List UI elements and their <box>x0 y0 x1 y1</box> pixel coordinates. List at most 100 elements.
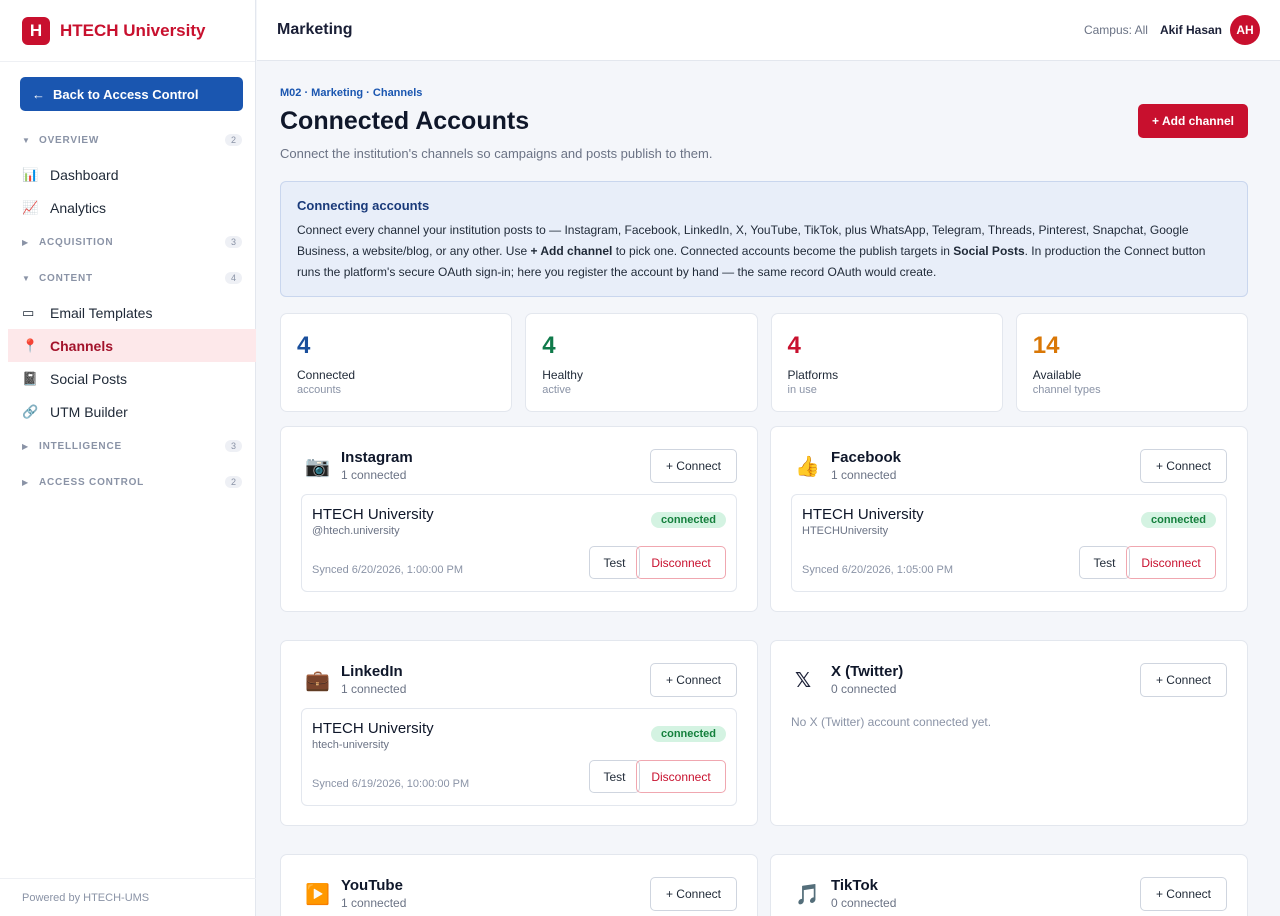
arrow-left-icon: ← <box>32 86 45 102</box>
test-button[interactable]: Test <box>589 760 640 793</box>
user-name[interactable]: Akif Hasan <box>1160 23 1222 37</box>
channel-name: LinkedIn <box>341 663 403 680</box>
stat-value: 4 <box>297 332 311 359</box>
sidebar-item-utm-builder[interactable]: 🔗 UTM Builder <box>0 395 256 428</box>
card-header: 📷 Instagram 1 connected + Connect <box>281 427 757 487</box>
section-title: OVERVIEW <box>39 134 100 146</box>
section-content[interactable]: ▼ CONTENT 4 <box>0 260 256 296</box>
x-logo-icon: 𝕏 <box>795 670 812 692</box>
stats-row: 4 Connected accounts 4 Healthy active 4 … <box>280 313 1248 412</box>
connect-button[interactable]: + Connect <box>1140 663 1227 697</box>
connect-button[interactable]: + Connect <box>650 663 737 697</box>
brand-name: HTECH University <box>60 20 206 40</box>
card-meta: X (Twitter) 0 connected <box>831 663 1140 696</box>
thumbs-up-icon: 👍 <box>795 456 820 478</box>
channel-card-facebook: 👍 Facebook 1 connected + Connect HTECH U… <box>770 426 1248 612</box>
sidebar-item-label: Channels <box>50 337 114 354</box>
sync-timestamp: Synced 6/20/2026, 1:05:00 PM <box>802 564 954 576</box>
disconnect-button[interactable]: Disconnect <box>636 760 726 793</box>
sidebar-item-label: Analytics <box>50 199 107 216</box>
section-count-badge: 3 <box>224 440 242 452</box>
page-section-title: Marketing <box>277 21 353 38</box>
connect-button[interactable]: + Connect <box>1140 877 1227 911</box>
section-title: ACCESS CONTROL <box>39 476 145 488</box>
brand[interactable]: H HTECH University <box>0 0 255 62</box>
add-channel-button[interactable]: + Add channel <box>1138 104 1248 138</box>
card-header: 💼 LinkedIn 1 connected + Connect <box>281 641 757 701</box>
section-count-badge: 3 <box>224 236 242 248</box>
main-content: M02 · Marketing · Channels Connected Acc… <box>280 61 1248 916</box>
sidebar-item-channels[interactable]: 📍 Channels <box>8 329 256 362</box>
channel-card-x: 𝕏 X (Twitter) 0 connected + Connect No X… <box>770 640 1248 826</box>
section-title: CONTENT <box>39 272 93 284</box>
test-button[interactable]: Test <box>1079 546 1130 579</box>
channel-count: 1 connected <box>341 468 407 482</box>
stat-value: 4 <box>542 332 556 359</box>
link-icon: 🔗 <box>22 403 39 419</box>
channel-count: 1 connected <box>831 468 897 482</box>
channel-name: YouTube <box>341 877 403 894</box>
status-badge: connected <box>650 512 726 528</box>
test-button[interactable]: Test <box>589 546 640 579</box>
stat-card-available: 14 Available channel types <box>1015 313 1248 412</box>
info-title: Connecting accounts <box>297 198 430 213</box>
sidebar-item-label: Dashboard <box>50 166 119 183</box>
stat-card-connected: 4 Connected accounts <box>280 313 513 412</box>
sidebar-item-analytics[interactable]: 📈 Analytics <box>0 191 256 224</box>
info-text: Connect every channel your institution p… <box>297 220 1231 283</box>
card-meta: YouTube 1 connected <box>341 877 650 910</box>
sidebar-footer: Powered by HTECH-UMS <box>0 878 256 916</box>
section-count-badge: 2 <box>224 476 242 488</box>
connect-button[interactable]: + Connect <box>650 877 737 911</box>
camera-icon: 📷 <box>305 456 330 478</box>
empty-state-text: No X (Twitter) account connected yet. <box>791 715 992 729</box>
section-title: INTELLIGENCE <box>39 440 122 452</box>
caret-right-icon: ▶ <box>22 477 29 487</box>
caret-right-icon: ▶ <box>22 237 29 247</box>
stat-card-healthy: 4 Healthy active <box>525 313 758 412</box>
account-row: HTECH University HTECHUniversity connect… <box>791 494 1227 592</box>
section-count-badge: 2 <box>224 134 242 146</box>
music-note-icon: 🎵 <box>795 884 820 906</box>
stat-sublabel: channel types <box>1032 384 1101 396</box>
account-row: HTECH University @htech.university conne… <box>301 494 737 592</box>
stat-label: Platforms <box>787 368 839 382</box>
envelope-icon: ▭ <box>22 304 35 320</box>
caret-down-icon: ▼ <box>22 273 30 283</box>
channel-count: 0 connected <box>831 896 897 910</box>
status-badge: connected <box>650 726 726 742</box>
section-access-control[interactable]: ▶ ACCESS CONTROL 2 <box>0 464 256 500</box>
channel-count: 1 connected <box>341 896 407 910</box>
card-header: 👍 Facebook 1 connected + Connect <box>771 427 1247 487</box>
trend-chart-icon: 📈 <box>22 199 39 215</box>
card-header: ▶️ YouTube 1 connected + Connect <box>281 855 757 915</box>
section-acquisition[interactable]: ▶ ACQUISITION 3 <box>0 224 256 260</box>
avatar[interactable]: AH <box>1230 15 1260 45</box>
connect-button[interactable]: + Connect <box>650 449 737 483</box>
section-overview[interactable]: ▼ OVERVIEW 2 <box>0 122 256 158</box>
section-intelligence[interactable]: ▶ INTELLIGENCE 3 <box>0 428 256 464</box>
connect-button[interactable]: + Connect <box>1140 449 1227 483</box>
sidebar-item-email-templates[interactable]: ▭ Email Templates <box>0 296 256 329</box>
sync-timestamp: Synced 6/19/2026, 10:00:00 PM <box>312 778 470 790</box>
card-meta: TikTok 0 connected <box>831 877 1140 910</box>
briefcase-icon: 💼 <box>305 670 330 692</box>
stat-value: 14 <box>1032 332 1060 359</box>
sidebar-item-dashboard[interactable]: 📊 Dashboard <box>0 158 256 191</box>
campus-selector[interactable]: Campus: All <box>1084 23 1148 37</box>
card-header: 🎵 TikTok 0 connected + Connect <box>771 855 1247 915</box>
stat-sublabel: active <box>542 384 571 396</box>
notebook-icon: 📓 <box>22 370 39 386</box>
logo-icon: H <box>22 16 50 45</box>
section-title: ACQUISITION <box>39 236 114 248</box>
page-title: Connected Accounts <box>280 107 530 135</box>
sidebar-item-social-posts[interactable]: 📓 Social Posts <box>0 362 256 395</box>
back-to-access-control-button[interactable]: ← Back to Access Control <box>20 77 243 111</box>
channel-card-youtube: ▶️ YouTube 1 connected + Connect <box>280 854 758 916</box>
disconnect-button[interactable]: Disconnect <box>636 546 726 579</box>
card-header: 𝕏 X (Twitter) 0 connected + Connect <box>771 641 1247 701</box>
channel-count: 1 connected <box>341 682 407 696</box>
info-text-part: to pick one. Connected accounts become t… <box>612 244 954 258</box>
bar-chart-icon: 📊 <box>22 166 39 182</box>
disconnect-button[interactable]: Disconnect <box>1126 546 1216 579</box>
